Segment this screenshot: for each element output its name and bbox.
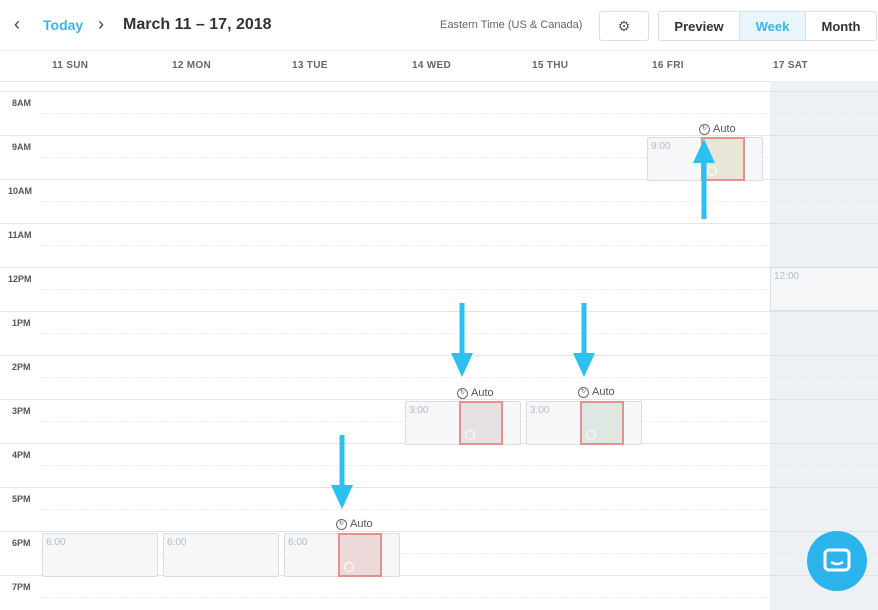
hour-label: 12PM [8,274,32,284]
check-icon [465,430,475,440]
up-arrow-icon [693,139,715,219]
auto-label: Auto [592,386,615,398]
half-hour-line [40,597,878,598]
prev-week-button[interactable]: ‹ [14,14,20,35]
hour-label: 10AM [8,186,33,196]
week-grid: 8AM 9AM 10AM 11AM 12PM 1PM 2PM 3PM 4PM 5… [0,81,878,610]
timezone-selector[interactable]: Eastern Time (US & Canada) [440,19,582,31]
slot-time: 6:00 [288,537,308,548]
auto-badge: ↻ Auto [457,387,494,399]
day-header-sun: 11 SUN [52,60,89,71]
hour-label: 11AM [8,230,32,240]
half-hour-line [40,201,878,202]
down-arrow-icon [331,435,353,509]
hour-line [0,487,878,488]
hour-line [0,399,878,400]
half-hour-line [40,289,878,290]
check-icon [344,562,354,572]
hour-label: 6PM [12,538,31,548]
hour-label: 9AM [12,142,32,152]
time-slot-sat-12[interactable]: 12:00 [770,267,878,311]
half-hour-line [40,113,878,114]
auto-label: Auto [713,123,736,135]
auto-badge: ↻ Auto [578,386,615,398]
scheduled-post-thumbnail[interactable] [459,401,503,445]
half-hour-line [40,465,878,466]
time-slot-sun-6[interactable]: 6:00 [42,533,158,577]
hour-label: 1PM [12,318,31,328]
hour-label: 5PM [12,494,31,504]
check-icon [586,430,596,440]
view-month-button[interactable]: Month [806,12,876,40]
day-header-thu: 15 THU [532,60,569,71]
view-preview-button[interactable]: Preview [659,12,740,40]
slot-time: 9:00 [651,141,671,152]
slot-time: 3:00 [409,405,429,416]
down-arrow-icon [451,303,473,377]
day-header-row: 11 SUN 12 MON 13 TUE 14 WED 15 THU 16 FR… [0,50,878,82]
hour-label: 7PM [12,582,31,592]
calendar-header: ‹ Today › March 11 – 17, 2018 Eastern Ti… [0,0,878,50]
slot-time: 12:00 [774,271,800,282]
auto-schedule-icon: ↻ [336,518,347,530]
hour-line [0,267,878,268]
chat-launcher-button[interactable] [807,531,867,591]
slot-time: 6:00 [46,537,66,548]
hour-line [0,91,878,92]
view-switcher: Preview Week Month [658,11,877,41]
down-arrow-icon [573,303,595,377]
time-slot-mon-6[interactable]: 6:00 [163,533,279,577]
auto-badge: ↻ Auto [336,518,373,530]
hour-label: 4PM [12,450,31,460]
next-week-button[interactable]: › [98,14,104,35]
scheduled-post-thumbnail[interactable] [580,401,624,445]
hour-line [0,135,878,136]
day-header-tue: 13 TUE [292,60,328,71]
day-header-fri: 16 FRI [652,60,684,71]
hour-label: 2PM [12,362,31,372]
settings-button[interactable]: ⚙ [599,11,649,41]
auto-badge: ↻ Auto [699,123,736,135]
auto-schedule-icon: ↻ [457,387,468,399]
view-week-button[interactable]: Week [740,12,806,40]
hour-label: 8AM [12,98,32,108]
auto-label: Auto [471,387,494,399]
date-range-title: March 11 – 17, 2018 [123,16,272,33]
auto-schedule-icon: ↻ [578,386,589,398]
today-button[interactable]: Today [43,17,83,33]
scheduled-post-thumbnail[interactable] [338,533,382,577]
hour-line [0,531,878,532]
auto-label: Auto [350,518,373,530]
slot-time: 6:00 [167,537,187,548]
half-hour-line [40,509,878,510]
hour-line [0,355,878,356]
gear-icon: ⚙ [617,17,631,34]
slot-time: 3:00 [530,405,550,416]
day-header-mon: 12 MON [172,60,212,71]
hour-label: 3PM [12,406,31,416]
half-hour-line [40,245,878,246]
hour-line [0,311,878,312]
auto-schedule-icon: ↻ [699,123,710,135]
hour-line [0,223,878,224]
day-header-wed: 14 WED [412,60,452,71]
day-header-sat: 17 SAT [773,60,808,71]
chat-icon [823,548,851,572]
